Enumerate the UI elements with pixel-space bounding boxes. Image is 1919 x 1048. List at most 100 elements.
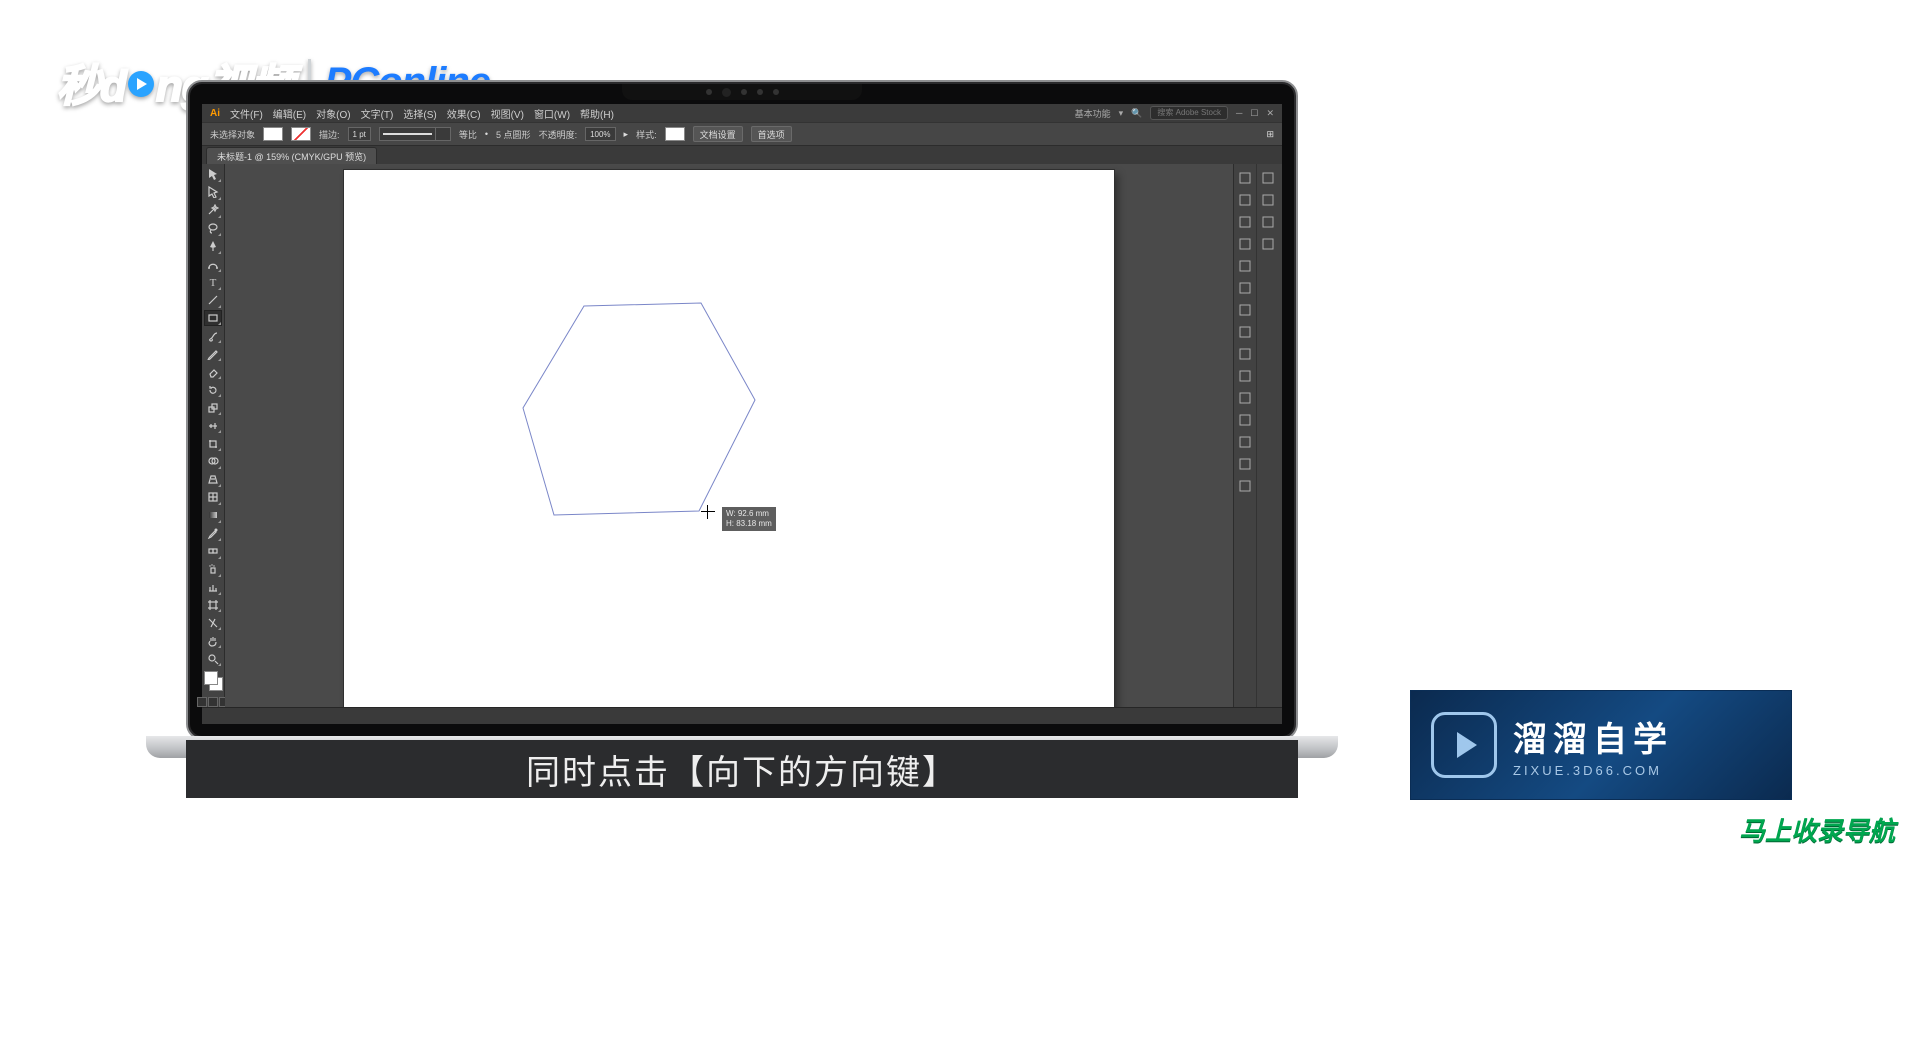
menu-窗口[interactable]: 窗口(W): [534, 106, 570, 121]
menu-文件[interactable]: 文件(F): [230, 106, 263, 121]
menu-视图[interactable]: 视图(V): [491, 106, 524, 121]
character-icon[interactable]: [1237, 192, 1253, 208]
menu-文字[interactable]: 文字(T): [361, 106, 394, 121]
menu-帮助[interactable]: 帮助(H): [580, 106, 614, 121]
preferences-button[interactable]: 首选项: [751, 126, 792, 142]
graphic-styles-icon[interactable]: [1237, 412, 1253, 428]
search-input[interactable]: 搜索 Adobe Stock: [1150, 106, 1228, 120]
subtitle-text: 同时点击【向下的方向键】: [526, 745, 958, 794]
app-logo: Ai: [210, 108, 220, 119]
crosshair-cursor: [701, 505, 715, 519]
appearance-icon[interactable]: [1237, 390, 1253, 406]
hexagon-shape: [519, 300, 759, 530]
eyedropper-tool[interactable]: [204, 525, 222, 542]
shaper-tool[interactable]: [204, 345, 222, 362]
workspace-switcher[interactable]: 基本功能: [1075, 107, 1111, 120]
tools-panel: T: [202, 164, 225, 707]
laptop-bezel: Ai 文件(F) 编辑(E) 对象(O) 文字(T) 选择(S) 效果(C) 视图(V) 窗口…: [186, 80, 1298, 740]
document-tab[interactable]: 未标题-1 @ 159% (CMYK/GPU 预览): [206, 147, 377, 164]
lasso-tool[interactable]: [204, 220, 222, 237]
minimize-button[interactable]: ─: [1236, 108, 1242, 118]
graphic-style-swatch[interactable]: [665, 127, 685, 141]
artboard-tool[interactable]: [204, 597, 222, 614]
style-label: 样式:: [636, 128, 657, 141]
rotate-tool[interactable]: [204, 381, 222, 398]
menu-编辑[interactable]: 编辑(E): [273, 106, 306, 121]
magic-wand-tool[interactable]: [204, 202, 222, 219]
scale-tool[interactable]: [204, 399, 222, 416]
menu-对象[interactable]: 对象(O): [316, 106, 350, 121]
libraries-icon[interactable]: [1260, 170, 1276, 186]
swatches-icon[interactable]: [1237, 258, 1253, 274]
color-guide-icon[interactable]: [1237, 236, 1253, 252]
line-tool[interactable]: [204, 292, 222, 309]
paintbrush-tool[interactable]: [204, 327, 222, 344]
brushes-icon[interactable]: [1237, 280, 1253, 296]
wm-prefix: 秒d: [57, 50, 126, 114]
perspective-grid-tool[interactable]: [204, 471, 222, 488]
stroke-panel-icon[interactable]: [1237, 324, 1253, 340]
column-graph-tool[interactable]: [204, 579, 222, 596]
panel-menu-icon[interactable]: ⊞: [1266, 129, 1274, 140]
pen-tool[interactable]: [204, 238, 222, 255]
char-panel-icon[interactable]: [1260, 192, 1276, 208]
asset-export-icon[interactable]: [1237, 456, 1253, 472]
maximize-button[interactable]: ☐: [1250, 108, 1258, 119]
watermark-nav-badge: 马上收录导航: [1739, 811, 1895, 848]
opacity-label: 不透明度:: [539, 128, 578, 141]
chevron-down-icon[interactable]: ▾: [1119, 108, 1124, 119]
layers-icon[interactable]: [1237, 434, 1253, 450]
stroke-weight-input[interactable]: 1 pt: [348, 127, 371, 141]
selection-status: 未选择对象: [210, 128, 255, 141]
close-button[interactable]: ✕: [1266, 108, 1274, 119]
menu-效果[interactable]: 效果(C): [447, 106, 481, 121]
panel-dock: [1233, 164, 1282, 707]
fill-stroke-swatches[interactable]: [204, 670, 222, 692]
transparency-icon[interactable]: [1237, 368, 1253, 384]
search-icon[interactable]: 🔍: [1131, 108, 1142, 119]
watermark-liuliu: 溜溜自学 ZIXUE.3D66.COM: [1410, 690, 1792, 800]
selection-tool[interactable]: [204, 166, 222, 183]
rectangle-tool[interactable]: [204, 310, 222, 327]
brush-definition[interactable]: 5 点圆形: [496, 128, 531, 141]
symbols-icon[interactable]: [1237, 302, 1253, 318]
document-tabs: 未标题-1 @ 159% (CMYK/GPU 预览): [202, 146, 1282, 164]
gradient-panel-icon[interactable]: [1237, 346, 1253, 362]
opacity-input[interactable]: 100%: [585, 127, 615, 141]
symbol-sprayer-tool[interactable]: [204, 561, 222, 578]
hand-tool[interactable]: [204, 632, 222, 649]
stroke-uniform-label: 等比: [459, 128, 477, 141]
stroke-swatch[interactable]: [291, 127, 311, 141]
stroke-label: 描边:: [319, 128, 340, 141]
type-tool[interactable]: T: [204, 274, 222, 291]
fill-swatch[interactable]: [263, 127, 283, 141]
measurement-height: H: 83.18 mm: [726, 519, 772, 529]
workspace: T W: 92.6 mm H: 83.18 mm: [202, 164, 1282, 707]
play-icon: [128, 71, 154, 97]
artboards-icon[interactable]: [1237, 478, 1253, 494]
slice-tool[interactable]: [204, 614, 222, 631]
canvas-area[interactable]: W: 92.6 mm H: 83.18 mm: [225, 164, 1233, 707]
width-tool[interactable]: [204, 417, 222, 434]
status-bar: [202, 707, 1282, 724]
color-mixer-icon[interactable]: [1237, 214, 1253, 230]
camera-notch: [622, 84, 862, 100]
laptop-mockup: Ai 文件(F) 编辑(E) 对象(O) 文字(T) 选择(S) 效果(C) 视图(V) 窗口…: [186, 80, 1298, 740]
document-setup-button[interactable]: 文档设置: [693, 126, 743, 142]
artboard[interactable]: W: 92.6 mm H: 83.18 mm: [344, 170, 1114, 707]
direct-selection-tool[interactable]: [204, 184, 222, 201]
shape-builder-tool[interactable]: [204, 453, 222, 470]
curvature-tool[interactable]: [204, 256, 222, 273]
free-transform-tool[interactable]: [204, 435, 222, 452]
gradient-tool[interactable]: [204, 507, 222, 524]
mesh-tool[interactable]: [204, 489, 222, 506]
menu-选择[interactable]: 选择(S): [403, 106, 436, 121]
app-window: Ai 文件(F) 编辑(E) 对象(O) 文字(T) 选择(S) 效果(C) 视图(V) 窗口…: [202, 104, 1282, 724]
paragraph-icon[interactable]: [1260, 214, 1276, 230]
eraser-tool[interactable]: [204, 363, 222, 380]
properties-icon[interactable]: [1237, 170, 1253, 186]
blend-tool[interactable]: [204, 543, 222, 560]
links-icon[interactable]: [1260, 236, 1276, 252]
stroke-style-picker[interactable]: [379, 127, 451, 141]
zoom-tool[interactable]: [204, 650, 222, 667]
